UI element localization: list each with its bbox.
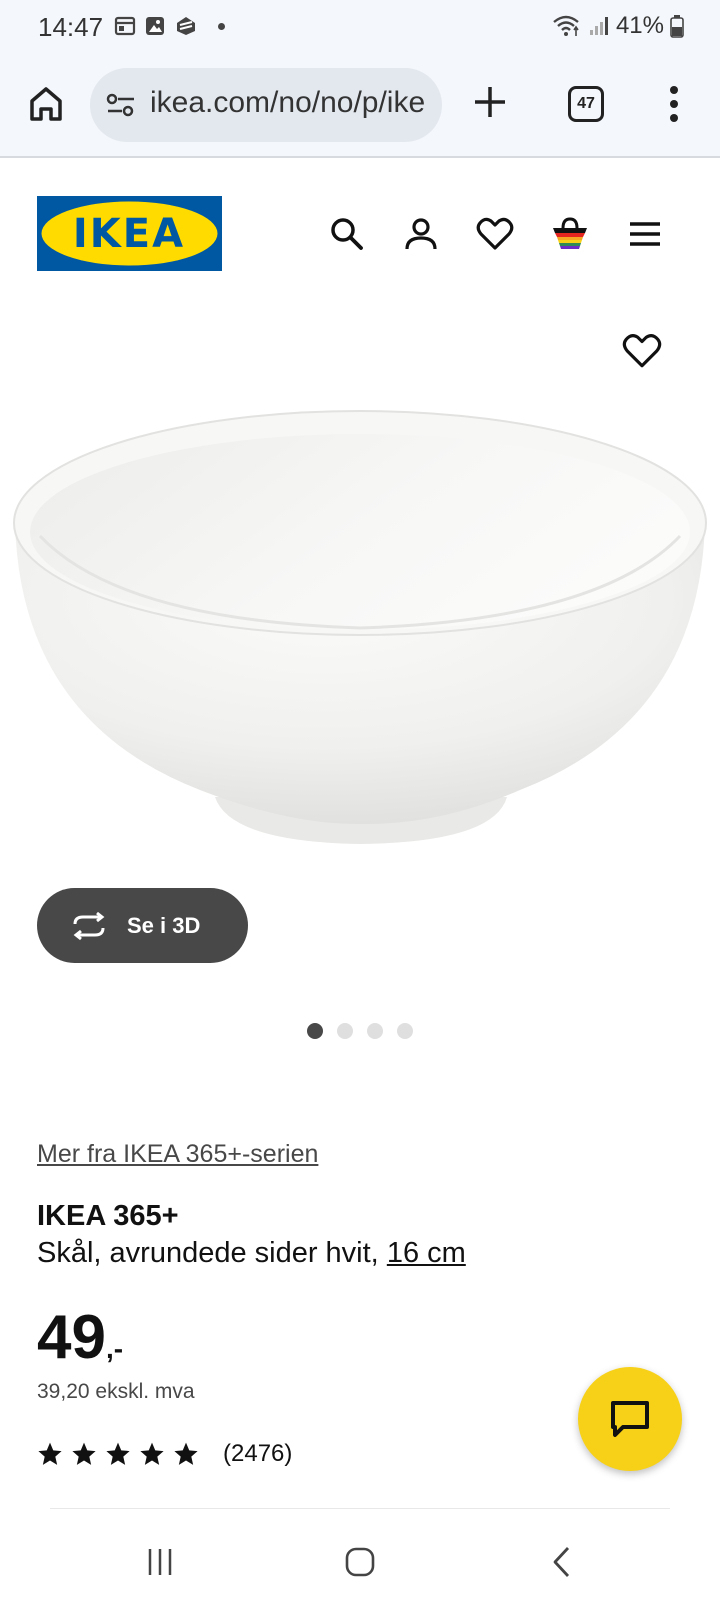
notification-icons [114,14,225,38]
back-button[interactable] [540,1540,584,1584]
user-icon [405,218,437,250]
status-bar: 14:47 41% [0,0,720,56]
url-text: ikea.com/no/no/p/ike [150,86,426,119]
rotate-3d-icon [73,911,105,940]
section-divider [50,1508,670,1509]
system-icons: 41% [552,12,684,40]
add-to-favorites-button[interactable] [622,332,668,378]
heart-icon [476,217,514,250]
wifi-icon [553,15,579,36]
star-icon [72,1442,96,1465]
image-carousel-indicator [307,1023,413,1039]
series-link[interactable]: Mer fra IKEA 365+-serien [37,1140,318,1169]
wishlist-button[interactable] [473,212,517,256]
home-square-icon [345,1547,375,1577]
price-ex-vat: 39,20 ekskl. mva [37,1380,195,1403]
tab-switcher-button[interactable]: 47 [568,86,604,122]
logo-text: IKEA [73,211,185,257]
product-description-text: Skål, avrundede sider hvit, [37,1237,387,1269]
star-icon [38,1442,62,1465]
address-bar[interactable]: ikea.com/no/no/p/ike [90,68,442,142]
new-tab-button[interactable] [470,82,510,122]
recent-apps-icon [148,1549,172,1575]
ikea-logo[interactable]: IKEA [37,196,222,271]
product-name: IKEA 365+ [37,1200,179,1232]
carousel-dot-3[interactable] [367,1023,383,1039]
chat-icon [611,1401,649,1437]
chat-button[interactable] [578,1367,682,1471]
heart-outline-icon [622,334,662,368]
account-button[interactable] [399,212,443,256]
recent-apps-button[interactable] [138,1540,182,1584]
carousel-dot-2[interactable] [337,1023,353,1039]
main-menu-button[interactable] [623,212,667,256]
signal-icon [589,17,608,35]
battery-percentage: 41% [615,12,664,39]
browser-toolbar: ikea.com/no/no/p/ike 47 [0,56,720,158]
browser-menu-button[interactable] [664,84,684,124]
star-icon [174,1442,198,1465]
product-price: 49,- [37,1302,123,1373]
rating-count: (2476) [223,1440,293,1467]
carousel-dot-1[interactable] [307,1023,323,1039]
carousel-dot-4[interactable] [397,1023,413,1039]
gallery-notification-icon [146,17,164,35]
plus-icon [475,87,505,117]
battery-icon [670,15,684,38]
more-vert-icon [670,86,678,122]
cart-button[interactable] [548,212,592,256]
star-icon [106,1442,130,1465]
calendar-notification-icon [114,16,136,36]
product-size-link[interactable]: 16 cm [387,1237,466,1269]
product-rating[interactable]: (2476) [37,1440,292,1468]
app-notification-icon [177,17,195,35]
system-home-button[interactable] [338,1540,382,1584]
rating-stars [37,1441,199,1467]
site-settings-icon[interactable] [104,90,138,120]
system-navigation-bar [0,1520,720,1600]
price-suffix: ,- [105,1333,124,1364]
chevron-left-icon [553,1547,570,1577]
view-in-3d-label: Se i 3D [127,912,201,938]
price-integer: 49 [37,1303,106,1372]
view-in-3d-button[interactable]: Se i 3D [37,888,248,963]
cart-icon [553,217,587,249]
product-description: Skål, avrundede sider hvit, 16 cm [37,1237,466,1270]
search-button[interactable] [325,212,369,256]
hamburger-menu-icon [630,222,660,246]
home-icon [30,87,62,121]
star-icon [140,1442,164,1465]
search-icon [331,218,363,250]
more-notifications-dot [218,22,225,30]
status-time: 14:47 [38,12,104,42]
home-button[interactable] [24,82,68,126]
